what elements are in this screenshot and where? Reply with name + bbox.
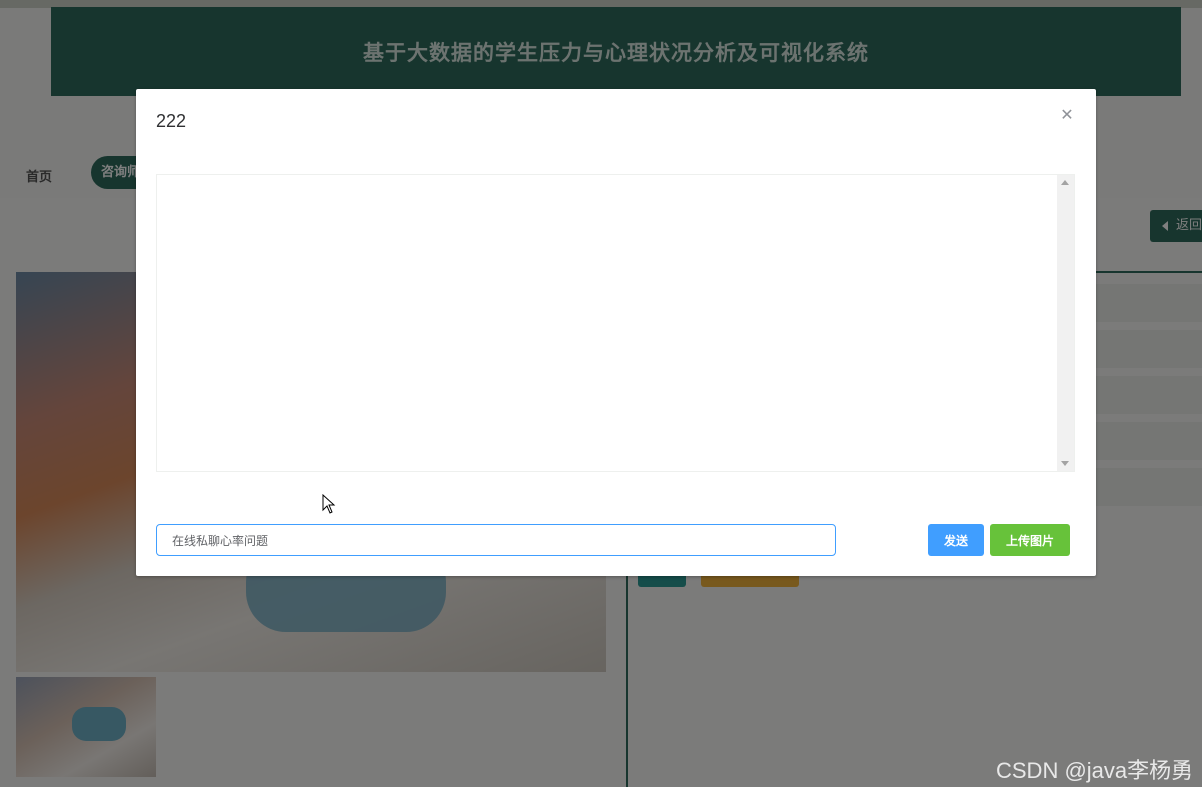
dialog-title: 222 (156, 111, 187, 131)
close-icon[interactable]: ✕ (1057, 105, 1077, 125)
watermark: CSDN @java李杨勇 (996, 758, 1194, 783)
send-button[interactable]: 发送 (928, 524, 984, 556)
scroll-up-icon[interactable] (1061, 180, 1069, 185)
upload-image-button[interactable]: 上传图片 (990, 524, 1070, 556)
mouse-pointer-icon (322, 494, 336, 514)
message-input[interactable] (156, 524, 836, 556)
chat-messages[interactable] (156, 174, 1075, 472)
scroll-down-icon[interactable] (1061, 461, 1069, 466)
chat-dialog: 222 ✕ 发送 上传图片 (136, 89, 1096, 576)
scrollbar[interactable] (1057, 175, 1074, 471)
